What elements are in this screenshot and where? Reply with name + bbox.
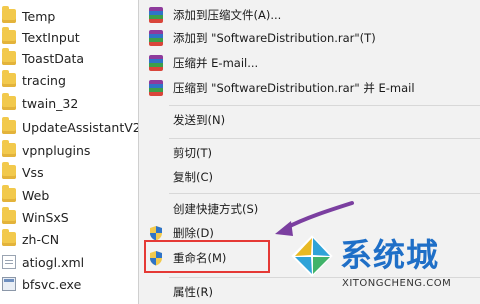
file-row-twain[interactable]: twain_32 [0,93,140,113]
file-row-vpnplugins[interactable]: vpnplugins [0,140,140,160]
menu-item-cut[interactable]: 剪切(T) [139,141,480,165]
menu-separator [169,193,480,194]
watermark-url: XITONGCHENG.COM [342,278,452,289]
file-row-textinput[interactable]: TextInput [0,27,140,47]
file-name: bfsvc.exe [22,276,82,292]
file-name: Web [22,187,50,203]
file-row-bfsvc[interactable]: bfsvc.exe [0,274,140,294]
menu-item-label: 创建快捷方式(S) [173,202,259,216]
menu-item-send-to[interactable]: 发送到(N) [139,108,480,132]
file-row-atiogl[interactable]: atiogl.xml [0,252,140,272]
file-name: WinSxS [22,209,69,225]
file-row-toastdata[interactable]: ToastData [0,48,140,68]
file-name: zh-CN [22,231,60,247]
folder-icon [2,162,16,179]
menu-item-compress-email[interactable]: 压缩并 E-mail... [139,51,480,75]
folder-icon [2,229,16,246]
menu-item-label: 添加到 "SoftwareDistribution.rar"(T) [173,31,376,45]
file-name: atiogl.xml [22,254,85,270]
menu-separator [169,105,480,106]
file-name: Vss [22,164,44,180]
menu-item-label: 剪切(T) [173,146,212,160]
file-row-web[interactable]: Web [0,185,140,205]
folder-icon [2,6,16,23]
winrar-icon [149,30,163,46]
xml-file-icon [2,255,16,269]
rename-highlight-box [144,240,270,273]
menu-item-copy[interactable]: 复制(C) [139,165,480,189]
menu-item-label: 属性(R) [173,285,213,299]
menu-item-label: 压缩到 "SoftwareDistribution.rar" 并 E-mail [173,81,415,95]
uac-shield-icon [149,225,163,241]
file-name: vpnplugins [22,142,91,158]
exe-file-icon [2,277,16,291]
winrar-icon [149,7,163,23]
file-name: TextInput [22,29,80,45]
file-row-tracing[interactable]: tracing [0,70,140,90]
menu-item-label: 添加到压缩文件(A)... [173,8,282,22]
folder-icon [2,140,16,157]
folder-icon [2,70,16,87]
file-row-zh-cn[interactable]: zh-CN [0,229,140,249]
watermark-logo-icon [291,235,333,277]
folder-icon [2,93,16,110]
menu-item-add-to-archive[interactable]: 添加到压缩文件(A)... [139,3,480,27]
folder-icon [2,27,16,44]
watermark: 系统城 XITONGCHENG.COM [290,228,480,304]
file-row-winsxs[interactable]: WinSxS [0,207,140,227]
winrar-icon [149,80,163,96]
file-name: UpdateAssistantV2 [22,119,140,135]
menu-separator [169,138,480,139]
menu-item-label: 压缩并 E-mail... [173,56,259,70]
folder-icon [2,48,16,65]
file-list: Temp TextInput ToastData tracing twain_3… [0,0,140,304]
folder-icon [2,117,16,134]
menu-item-label: 发送到(N) [173,113,226,127]
file-name: ToastData [22,50,85,66]
menu-item-compress-rar-email[interactable]: 压缩到 "SoftwareDistribution.rar" 并 E-mail [139,76,480,100]
file-row-vss[interactable]: Vss [0,162,140,182]
folder-icon [2,207,16,224]
file-name: Temp [22,8,56,24]
file-row-temp[interactable]: Temp [0,6,140,26]
file-row-updateassistant[interactable]: UpdateAssistantV2 [0,117,140,137]
folder-icon [2,185,16,202]
menu-item-add-to-rar[interactable]: 添加到 "SoftwareDistribution.rar"(T) [139,26,480,50]
menu-item-create-shortcut[interactable]: 创建快捷方式(S) [139,197,480,221]
winrar-icon [149,55,163,71]
watermark-title: 系统城 [340,236,440,274]
menu-item-label: 删除(D) [173,226,214,240]
file-name: twain_32 [22,95,79,111]
file-name: tracing [22,72,66,88]
menu-item-label: 复制(C) [173,170,214,184]
